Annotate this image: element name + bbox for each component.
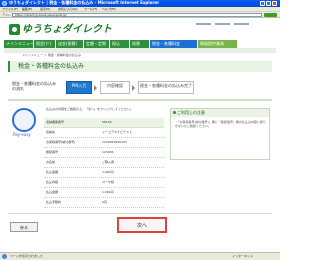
address-input[interactable]: https://direct.jp-bank.japanpost.jp/ — [12, 13, 262, 17]
row-value: 1234567890123 — [102, 140, 127, 144]
yucho-logo-icon — [9, 24, 20, 35]
tab-transfer[interactable]: 送金(振替) — [56, 40, 84, 48]
row-value: ユーザ様 — [102, 180, 114, 184]
row-value: 1,000円 — [102, 170, 114, 174]
step-arrow-icon — [94, 85, 97, 91]
row-label: お客様番号(納付番号) — [46, 140, 76, 144]
tab-taxes-fees[interactable]: 税金・各種料金 — [150, 40, 198, 48]
close-button[interactable] — [272, 1, 277, 6]
row-label: 収納機関番号 — [46, 120, 65, 124]
page-title: 税金・各種料金の払込み — [18, 63, 85, 70]
tab-deposit[interactable]: 定額・定期 — [84, 40, 110, 48]
menu-file[interactable]: ファイル(F) — [2, 8, 18, 11]
row-label: 収納先 — [46, 130, 56, 134]
row-value: 123456 — [102, 150, 114, 154]
security-zone: インターネット — [232, 254, 254, 258]
site-header: ゆうちょダイレクト — [0, 18, 280, 39]
step-intro: 税金・各種料金の払込みの流れ — [12, 81, 56, 91]
status-text: ページが表示されました — [10, 254, 43, 258]
page-icon — [2, 254, 7, 259]
row-label: 払込内容 — [46, 180, 59, 184]
address-text: https://direct.jp-bank.japanpost.jp/ — [15, 13, 67, 17]
usage-notice-panel: ご利用上の注意 ・「お客様番号(納付番号)」欄に「確認番号」欄の払込み内容に誤り… — [170, 108, 270, 160]
back-button[interactable]: 戻る — [10, 222, 38, 232]
payment-detail-table: 収納機関番号 58100 収納先 イーコアマナビテスト お客様番号(納付番号) 123… — [44, 118, 164, 208]
notice-body: ・「お客様番号(納付番号)」欄に「確認番号」欄の払込み内容に誤りがないかご確認く… — [175, 120, 266, 128]
table-row: 払込内容 ユーザ様 — [44, 178, 164, 188]
row-value: 1,000円 — [102, 190, 114, 194]
row-label: 払込金額 — [46, 170, 59, 174]
table-row: 払込金額 1,000円 — [44, 168, 164, 178]
row-value: 58100 — [102, 120, 112, 124]
go-button[interactable] — [264, 13, 277, 17]
page-title-box: 税金・各種料金の払込み — [8, 61, 272, 72]
table-row: 収納先 イーコアマナビテスト — [44, 128, 164, 138]
step-complete: 税金・各種料金の払込み完了 — [138, 81, 194, 94]
row-label: 払込金額 — [46, 190, 59, 194]
table-row: 確認番号 123456 — [44, 148, 164, 158]
status-bar: ページが表示されました インターネット — [0, 252, 280, 260]
step-flow: 税金・各種料金の払込みの流れ PIN入力 内容確認 税金・各種料金の払込み完了 — [8, 75, 272, 101]
maximize-button[interactable] — [266, 1, 271, 6]
row-label: 確認番号 — [46, 150, 59, 154]
notice-title: ご利用上の注意 — [171, 109, 269, 117]
row-label: お名前 — [46, 160, 56, 164]
next-button[interactable]: 次へ — [117, 217, 167, 233]
menu-tools[interactable]: ツール(T) — [84, 8, 97, 11]
menu-favorites[interactable]: お気に入り(A) — [58, 8, 77, 11]
window-title: ゆうちょダイレクト | 税金・各種料金の払込み - Microsoft Inte… — [9, 0, 160, 5]
pay-easy-label: Pay-easy — [13, 132, 31, 137]
brand-logo: ゆうちょダイレクト — [22, 24, 112, 35]
browser-window: ゆうちょダイレクト | 税金・各種料金の払込み - Microsoft Inte… — [0, 0, 280, 260]
pay-easy-logo-icon — [12, 108, 36, 132]
header-links — [196, 22, 276, 25]
title-bar: ゆうちょダイレクト | 税金・各種料金の払込み - Microsoft Inte… — [0, 0, 280, 7]
row-label: 払込手数料 — [46, 200, 62, 204]
step-pin-entry: PIN入力 — [66, 81, 92, 94]
tab-info-services[interactable]: 情報提供業務 — [198, 40, 238, 48]
tab-furikomi[interactable]: 振込 — [110, 40, 130, 48]
row-value: イーコアマナビテスト — [102, 130, 133, 134]
step-arrow-icon — [132, 85, 135, 91]
menu-edit[interactable]: 編集(E) — [22, 8, 32, 11]
tab-main-menu[interactable]: メインメニュー — [4, 40, 34, 48]
table-row: お客様番号(納付番号) 1234567890123 — [44, 138, 164, 148]
form-intro: 払込みの内容をご確認の上、「次へ」をクリックしてください。 — [46, 107, 133, 111]
menu-help[interactable]: ヘルプ(H) — [102, 8, 116, 11]
tab-inquiry[interactable]: 照会(Ｐ) — [34, 40, 56, 48]
table-row: 払込金額 1,000円 — [44, 188, 164, 198]
table-row: お名前 ご購入者 — [44, 158, 164, 168]
breadcrumb: メインメニュー ＞ 税金・各種料金の払込み — [22, 53, 81, 57]
minimize-button[interactable] — [260, 1, 265, 6]
button-divider — [8, 213, 272, 214]
row-value: ご購入者 — [102, 160, 115, 164]
table-row: 収納機関番号 58100 — [44, 118, 164, 128]
tab-furikae[interactable]: 振替 — [130, 40, 150, 48]
ie-icon — [2, 1, 7, 6]
step-confirm: 内容確認 — [100, 81, 130, 94]
menu-view[interactable]: 表示(V) — [40, 8, 50, 11]
main-tabs: メインメニュー 照会(Ｐ) 送金(振替) 定額・定期 振込 振替 税金・各種料金… — [4, 40, 276, 48]
table-row: 払込手数料 0円 — [44, 198, 164, 208]
row-value: 0円 — [102, 200, 107, 204]
